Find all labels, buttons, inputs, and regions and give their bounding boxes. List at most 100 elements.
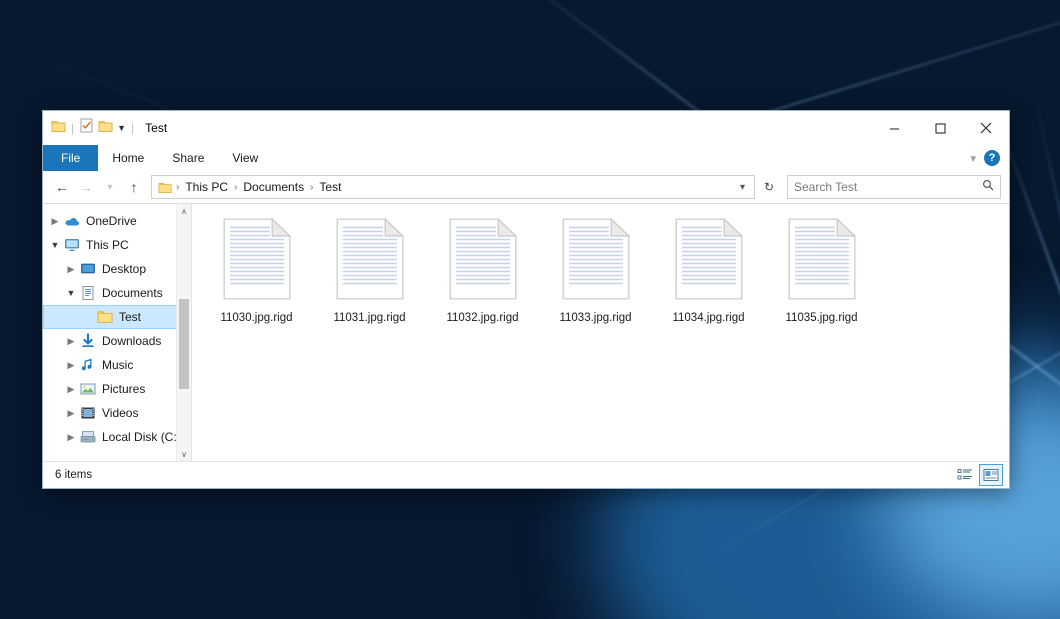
file-item[interactable]: 11031.jpg.rigd [313, 212, 426, 336]
status-bar: 6 items [43, 461, 1009, 488]
sidebar-item-desktop[interactable]: ▶Desktop [43, 257, 191, 281]
sidebar-item-label: Test [114, 310, 141, 324]
sidebar-item-label: OneDrive [81, 214, 137, 228]
sidebar-item-local-disk-c[interactable]: ▶ Local Disk (C:) [43, 425, 191, 449]
ribbon-tab-bar[interactable]: File Home Share View ▾ ? [43, 145, 1009, 171]
blank-document-icon [788, 218, 856, 305]
chevron-down-icon[interactable]: ▾ [970, 152, 976, 165]
large-icons-view-button[interactable] [979, 464, 1003, 486]
breadcrumb-item-this-pc[interactable]: This PC [181, 180, 232, 194]
sidebar-item-downloads[interactable]: ▶ Downloads [43, 329, 191, 353]
breadcrumb[interactable]: › This PC › Documents › Test ▾ [151, 175, 755, 199]
ribbon-right-controls[interactable]: ▾ ? [970, 145, 1009, 171]
file-explorer-window[interactable]: | ▼ | Test File Home Share V [42, 110, 1010, 489]
sidebar-scrollbar[interactable]: ∧ ∨ [176, 204, 191, 461]
minimize-button[interactable] [871, 111, 917, 145]
sidebar-item-this-pc[interactable]: ▼ This PC [43, 233, 191, 257]
file-item[interactable]: 11030.jpg.rigd [200, 212, 313, 336]
tab-view[interactable]: View [218, 145, 272, 171]
window-controls[interactable] [871, 111, 1009, 145]
file-name-label: 11032.jpg.rigd [446, 312, 518, 324]
sidebar-item-label: Documents [97, 286, 163, 300]
sidebar-item-music[interactable]: ▶ Music [43, 353, 191, 377]
chevron-right-icon[interactable]: ▶ [63, 264, 79, 275]
window-body: ▶ OneDrive ▼ This PC ▶Desktop ▼ Documents Test ▶… [43, 204, 1009, 461]
sidebar-item-documents[interactable]: ▼ Documents [43, 281, 191, 305]
breadcrumb-item-test[interactable]: Test [315, 180, 345, 194]
tab-home[interactable]: Home [98, 145, 158, 171]
navigation-pane[interactable]: ▶ OneDrive ▼ This PC ▶Desktop ▼ Documents Test ▶… [43, 204, 192, 461]
search-input[interactable]: Search Test [787, 175, 1001, 199]
chevron-right-icon[interactable]: ▶ [63, 336, 79, 347]
file-item[interactable]: 11035.jpg.rigd [765, 212, 878, 336]
downloads-arrow-icon [79, 333, 97, 349]
chevron-right-icon[interactable]: ▶ [63, 360, 79, 371]
new-folder-icon[interactable] [98, 119, 113, 138]
properties-icon[interactable] [79, 118, 94, 138]
monitor-icon [63, 237, 81, 253]
scrollbar-thumb[interactable] [179, 299, 189, 389]
search-placeholder: Search Test [794, 180, 982, 194]
sidebar-item-label: Pictures [97, 382, 145, 396]
search-icon[interactable] [982, 178, 994, 196]
chevron-right-icon[interactable]: ▶ [63, 432, 79, 443]
title-bar[interactable]: | ▼ | Test [43, 111, 1009, 145]
sidebar-item-test[interactable]: Test [43, 305, 191, 329]
back-button[interactable]: ← [51, 176, 73, 198]
file-name-label: 11035.jpg.rigd [785, 312, 857, 324]
blank-document-icon [336, 218, 404, 305]
help-icon[interactable]: ? [984, 150, 1000, 166]
chevron-down-icon[interactable]: ▼ [47, 240, 63, 250]
refresh-button[interactable]: ↻ [757, 175, 781, 199]
file-list-pane[interactable]: 11030.jpg.rigd 11031.jpg.rigd 11032.jpg.ri… [192, 204, 1009, 461]
file-item[interactable]: 11034.jpg.rigd [652, 212, 765, 336]
breadcrumb-item-documents[interactable]: Documents [239, 180, 308, 194]
window-title: Test [145, 121, 167, 135]
forward-button[interactable]: → [75, 176, 97, 198]
hard-drive-icon [79, 429, 97, 445]
sidebar-item-label: Local Disk (C:) [97, 430, 181, 444]
scroll-up-arrow[interactable]: ∧ [177, 204, 191, 218]
scroll-down-arrow[interactable]: ∨ [177, 447, 191, 461]
blank-document-icon [223, 218, 291, 305]
close-button[interactable] [963, 111, 1009, 145]
file-name-label: 11033.jpg.rigd [559, 312, 631, 324]
sidebar-item-onedrive[interactable]: ▶ OneDrive [43, 209, 191, 233]
blank-document-icon [562, 218, 630, 305]
address-bar[interactable]: ← → ▾ ↑ › This PC › Documents › Test ▾ ↻… [43, 171, 1009, 204]
chevron-right-icon[interactable]: ▶ [63, 384, 79, 395]
chevron-down-icon[interactable]: ▾ [735, 182, 750, 193]
desktop-icon [79, 261, 97, 277]
up-button[interactable]: ↑ [123, 176, 145, 198]
sidebar-item-pictures[interactable]: ▶ Pictures [43, 377, 191, 401]
tab-file[interactable]: File [43, 145, 98, 171]
chevron-down-icon[interactable]: ▼ [117, 123, 126, 133]
sidebar-item-label: This PC [81, 238, 129, 252]
details-view-button[interactable] [954, 465, 976, 485]
file-item[interactable]: 11033.jpg.rigd [539, 212, 652, 336]
quick-access-toolbar[interactable]: | ▼ | [43, 118, 135, 138]
chevron-down-icon[interactable]: ▼ [63, 288, 79, 298]
chevron-right-icon[interactable]: ▶ [63, 408, 79, 419]
file-name-label: 11030.jpg.rigd [220, 312, 292, 324]
file-grid[interactable]: 11030.jpg.rigd 11031.jpg.rigd 11032.jpg.ri… [192, 204, 1009, 336]
chevron-right-icon[interactable]: ▶ [47, 216, 63, 227]
qat-divider: | [71, 121, 74, 135]
navigation-tree[interactable]: ▶ OneDrive ▼ This PC ▶Desktop ▼ Documents Test ▶… [43, 204, 191, 449]
documents-icon [79, 285, 97, 301]
folder-icon[interactable] [51, 119, 66, 138]
sidebar-item-label: Downloads [97, 334, 161, 348]
maximize-button[interactable] [917, 111, 963, 145]
breadcrumb-separator: › [234, 182, 237, 193]
sidebar-item-videos[interactable]: ▶Videos [43, 401, 191, 425]
file-item[interactable]: 11032.jpg.rigd [426, 212, 539, 336]
tab-share[interactable]: Share [158, 145, 218, 171]
sidebar-item-label: Music [97, 358, 133, 372]
breadcrumb-separator: › [310, 182, 313, 193]
recent-locations-button[interactable]: ▾ [99, 176, 121, 198]
file-name-label: 11031.jpg.rigd [333, 312, 405, 324]
view-buttons[interactable] [954, 464, 1003, 486]
breadcrumb-separator: › [176, 182, 179, 193]
videos-film-icon [79, 405, 97, 421]
blank-document-icon [675, 218, 743, 305]
